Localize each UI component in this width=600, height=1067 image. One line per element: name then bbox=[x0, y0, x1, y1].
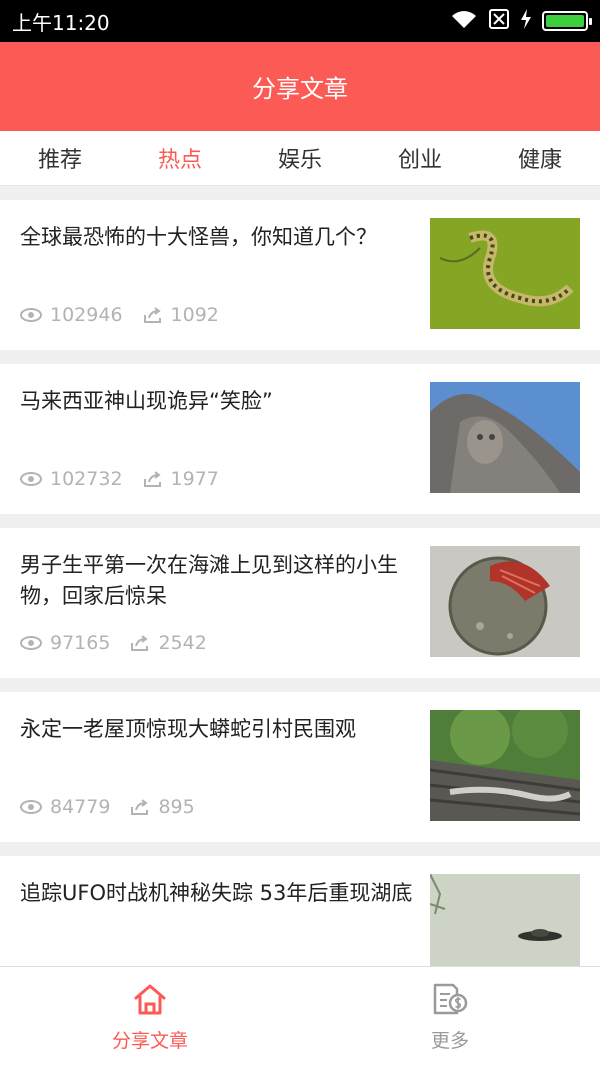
document-money-icon bbox=[431, 982, 469, 1020]
tab-entertainment[interactable]: 娱乐 bbox=[240, 131, 360, 185]
nav-share-articles[interactable]: 分享文章 bbox=[0, 967, 300, 1067]
article-title: 男子生平第一次在海滩上见到这样的小生物，回家后惊呆 bbox=[20, 553, 398, 608]
article-list[interactable]: 全球最恐怖的十大怪兽，你知道几个？ 102946 1092 马来西亚神山现诡异“… bbox=[0, 186, 600, 966]
share-icon bbox=[143, 471, 163, 487]
article-card[interactable]: 全球最恐怖的十大怪兽，你知道几个？ 102946 1092 bbox=[0, 200, 600, 350]
status-bar: 上午11:20 bbox=[0, 0, 600, 42]
view-count: 102732 bbox=[50, 468, 123, 490]
share-icon bbox=[130, 799, 150, 815]
eye-icon bbox=[20, 472, 42, 486]
article-stats: 102946 1092 bbox=[20, 304, 219, 326]
article-card[interactable]: 男子生平第一次在海滩上见到这样的小生物，回家后惊呆 97165 2542 bbox=[0, 528, 600, 678]
article-title: 全球最恐怖的十大怪兽，你知道几个？ bbox=[20, 225, 377, 249]
battery-level bbox=[546, 15, 584, 27]
eye-icon bbox=[20, 636, 42, 650]
tab-recommend[interactable]: 推荐 bbox=[0, 131, 120, 185]
tab-label: 推荐 bbox=[37, 148, 82, 173]
share-icon bbox=[143, 307, 163, 323]
tab-label: 健康 bbox=[517, 148, 562, 173]
ufo-sky-image bbox=[430, 874, 580, 966]
category-tabs: 推荐 热点 娱乐 创业 健康 bbox=[0, 131, 600, 186]
view-count: 84779 bbox=[50, 796, 111, 818]
share-icon bbox=[130, 635, 150, 651]
tab-health[interactable]: 健康 bbox=[480, 131, 600, 185]
tab-label: 热点 bbox=[157, 148, 202, 173]
tab-label: 娱乐 bbox=[277, 148, 322, 173]
home-icon bbox=[132, 982, 168, 1020]
nav-more[interactable]: 更多 bbox=[300, 967, 600, 1067]
bottom-navigation: 分享文章 更多 bbox=[0, 966, 600, 1067]
share-count: 1092 bbox=[170, 304, 219, 326]
article-card[interactable]: 永定一老屋顶惊现大蟒蛇引村民围观 84779 895 bbox=[0, 692, 600, 842]
tab-label: 创业 bbox=[397, 148, 442, 173]
article-card[interactable]: 追踪UFO时战机神秘失踪 53年后重现湖底 bbox=[0, 856, 600, 966]
eye-icon bbox=[20, 308, 42, 322]
shell-creature-image bbox=[430, 546, 580, 657]
article-stats: 84779 895 bbox=[20, 796, 195, 818]
view-count: 97165 bbox=[50, 632, 111, 654]
nav-label: 分享文章 bbox=[111, 1029, 188, 1052]
battery-icon bbox=[542, 11, 592, 31]
article-card[interactable]: 马来西亚神山现诡异“笑脸” 102732 1977 bbox=[0, 364, 600, 514]
tab-hot[interactable]: 热点 bbox=[120, 131, 240, 185]
share-count: 895 bbox=[158, 796, 195, 818]
status-icons bbox=[450, 8, 592, 34]
article-stats: 97165 2542 bbox=[20, 632, 207, 654]
eye-icon bbox=[20, 800, 42, 814]
view-count: 102946 bbox=[50, 304, 123, 326]
nav-label: 更多 bbox=[430, 1029, 469, 1052]
status-time: 上午11:20 bbox=[12, 10, 110, 35]
snake-on-green-image bbox=[430, 218, 580, 329]
share-count: 2542 bbox=[158, 632, 207, 654]
article-title: 永定一老屋顶惊现大蟒蛇引村民围观 bbox=[20, 717, 356, 741]
charging-icon bbox=[520, 8, 532, 34]
article-title: 追踪UFO时战机神秘失踪 53年后重现湖底 bbox=[20, 881, 413, 905]
python-on-roof-image bbox=[430, 710, 580, 821]
no-sim-icon bbox=[488, 8, 510, 34]
mountain-face-image bbox=[430, 382, 580, 493]
tab-startup[interactable]: 创业 bbox=[360, 131, 480, 185]
share-count: 1977 bbox=[170, 468, 219, 490]
article-title: 马来西亚神山现诡异“笑脸” bbox=[20, 389, 273, 413]
wifi-icon bbox=[450, 8, 478, 34]
article-stats: 102732 1977 bbox=[20, 468, 219, 490]
app-bar: 分享文章 bbox=[0, 42, 600, 131]
app-title: 分享文章 bbox=[252, 75, 348, 103]
